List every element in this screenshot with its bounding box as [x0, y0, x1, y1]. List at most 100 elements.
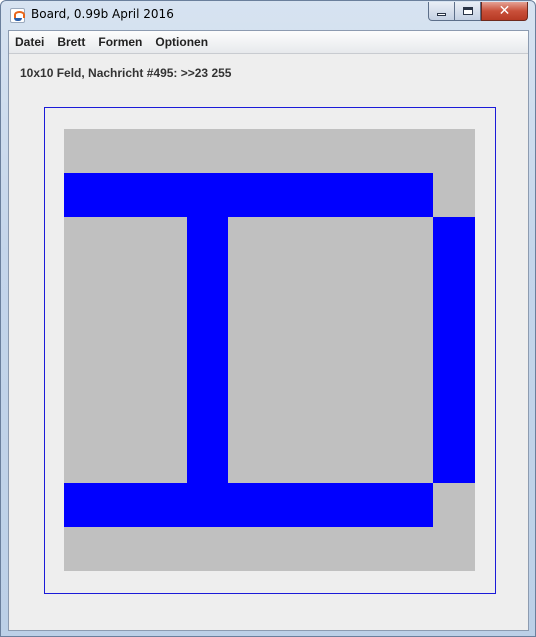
board-cell[interactable] — [105, 173, 147, 218]
board-cell[interactable] — [351, 305, 393, 351]
board-cell[interactable] — [64, 173, 106, 218]
board-cell[interactable] — [351, 173, 393, 218]
board-cell[interactable] — [433, 394, 475, 439]
board-cell[interactable] — [105, 438, 147, 484]
board-cell[interactable] — [351, 526, 393, 572]
board-cell[interactable] — [187, 217, 229, 263]
board-cell[interactable] — [228, 261, 270, 307]
board-cell[interactable] — [64, 482, 106, 528]
board-cell[interactable] — [269, 438, 311, 484]
board-cell[interactable] — [310, 394, 352, 439]
board-cell[interactable] — [187, 305, 229, 351]
board-cell[interactable] — [64, 261, 106, 307]
board-cell[interactable] — [269, 217, 311, 263]
board-cell[interactable] — [187, 173, 229, 218]
board-cell[interactable] — [433, 217, 475, 263]
board-cell[interactable] — [228, 526, 270, 572]
board-cell[interactable] — [228, 350, 270, 395]
board-cell[interactable] — [310, 305, 352, 351]
board-cell[interactable] — [392, 526, 434, 572]
board-cell[interactable] — [187, 129, 229, 174]
board-cell[interactable] — [310, 482, 352, 528]
game-board[interactable] — [64, 129, 475, 572]
board-cell[interactable] — [228, 394, 270, 439]
board-cell[interactable] — [351, 129, 393, 174]
board-cell[interactable] — [310, 129, 352, 174]
board-cell[interactable] — [146, 217, 188, 263]
board-cell[interactable] — [269, 350, 311, 395]
board-cell[interactable] — [433, 261, 475, 307]
board-cell[interactable] — [269, 394, 311, 439]
board-cell[interactable] — [269, 526, 311, 572]
board-cell[interactable] — [310, 526, 352, 572]
board-cell[interactable] — [228, 129, 270, 174]
board-cell[interactable] — [392, 305, 434, 351]
board-cell[interactable] — [310, 261, 352, 307]
board-cell[interactable] — [64, 438, 106, 484]
board-cell[interactable] — [228, 217, 270, 263]
board-cell[interactable] — [433, 129, 475, 174]
menu-optionen[interactable]: Optionen — [155, 35, 208, 49]
board-cell[interactable] — [105, 217, 147, 263]
board-cell[interactable] — [187, 261, 229, 307]
board-cell[interactable] — [146, 129, 188, 174]
board-cell[interactable] — [269, 482, 311, 528]
board-cell[interactable] — [187, 394, 229, 439]
board-cell[interactable] — [146, 526, 188, 572]
board-cell[interactable] — [105, 526, 147, 572]
board-cell[interactable] — [269, 261, 311, 307]
board-cell[interactable] — [228, 173, 270, 218]
board-cell[interactable] — [351, 261, 393, 307]
board-cell[interactable] — [146, 438, 188, 484]
board-cell[interactable] — [105, 394, 147, 439]
board-cell[interactable] — [146, 261, 188, 307]
board-cell[interactable] — [146, 173, 188, 218]
menu-formen[interactable]: Formen — [98, 35, 142, 49]
board-cell[interactable] — [433, 482, 475, 528]
minimize-button[interactable] — [428, 2, 455, 21]
board-cell[interactable] — [228, 438, 270, 484]
board-cell[interactable] — [433, 438, 475, 484]
board-cell[interactable] — [105, 261, 147, 307]
board-cell[interactable] — [351, 350, 393, 395]
board-cell[interactable] — [105, 482, 147, 528]
board-cell[interactable] — [392, 350, 434, 395]
board-cell[interactable] — [351, 482, 393, 528]
board-cell[interactable] — [105, 305, 147, 351]
board-cell[interactable] — [310, 438, 352, 484]
board-cell[interactable] — [392, 173, 434, 218]
board-cell[interactable] — [146, 305, 188, 351]
board-cell[interactable] — [64, 217, 106, 263]
board-cell[interactable] — [392, 394, 434, 439]
board-cell[interactable] — [146, 350, 188, 395]
board-cell[interactable] — [433, 350, 475, 395]
title-bar[interactable]: Board, 0.99b April 2016 ✕ — [1, 1, 535, 30]
board-cell[interactable] — [187, 482, 229, 528]
board-cell[interactable] — [64, 394, 106, 439]
board-cell[interactable] — [310, 217, 352, 263]
board-cell[interactable] — [228, 482, 270, 528]
board-cell[interactable] — [392, 482, 434, 528]
board-cell[interactable] — [187, 526, 229, 572]
board-cell[interactable] — [392, 217, 434, 263]
board-cell[interactable] — [269, 173, 311, 218]
board-cell[interactable] — [310, 173, 352, 218]
board-cell[interactable] — [392, 261, 434, 307]
board-cell[interactable] — [392, 129, 434, 174]
menu-brett[interactable]: Brett — [57, 35, 85, 49]
board-cell[interactable] — [146, 394, 188, 439]
board-cell[interactable] — [310, 350, 352, 395]
board-cell[interactable] — [64, 350, 106, 395]
board-cell[interactable] — [105, 350, 147, 395]
board-cell[interactable] — [64, 305, 106, 351]
board-cell[interactable] — [105, 129, 147, 174]
board-cell[interactable] — [351, 217, 393, 263]
board-cell[interactable] — [351, 438, 393, 484]
board-cell[interactable] — [64, 129, 106, 174]
menu-datei[interactable]: Datei — [15, 35, 44, 49]
board-cell[interactable] — [351, 394, 393, 439]
board-cell[interactable] — [64, 526, 106, 572]
maximize-button[interactable] — [454, 2, 481, 21]
board-cell[interactable] — [228, 305, 270, 351]
board-cell[interactable] — [269, 129, 311, 174]
